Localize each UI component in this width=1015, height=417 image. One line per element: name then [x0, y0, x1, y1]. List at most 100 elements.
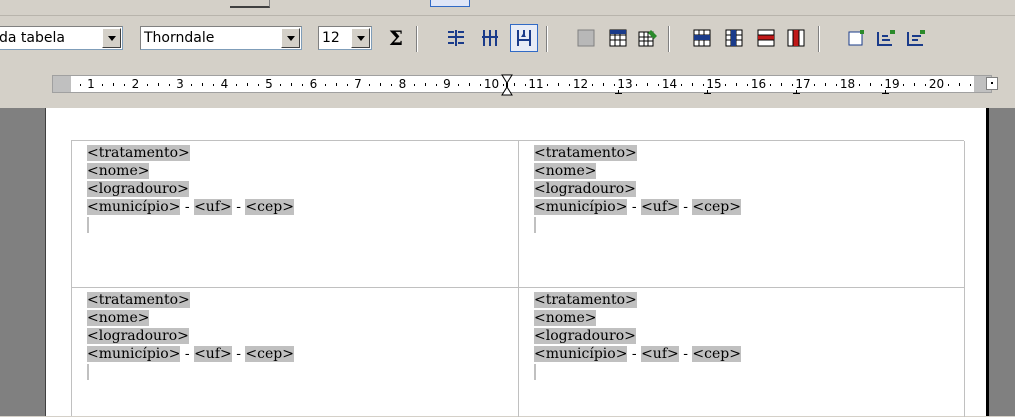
uf-field[interactable]: <uf>: [641, 346, 679, 362]
tab-stop-marker[interactable]: [793, 90, 800, 94]
cep-field[interactable]: <cep>: [245, 199, 294, 215]
font-size-dropdown[interactable]: 12: [318, 26, 372, 50]
ruler-tick: [424, 83, 426, 86]
cep-field[interactable]: <cep>: [245, 346, 294, 362]
split-cells-icon: [787, 29, 805, 47]
distribute-rows-button[interactable]: [442, 24, 470, 52]
uf-field[interactable]: <uf>: [194, 199, 232, 215]
horizontal-ruler[interactable]: 1 2 3 4 5 6 7 8 9 10 11 12 13 14 15 16 17 18 19 20: [0, 68, 1015, 108]
uf-field[interactable]: <uf>: [194, 346, 232, 362]
insert-table-button[interactable]: [604, 24, 632, 52]
logradouro-field[interactable]: <logradouro>: [534, 328, 636, 344]
toolbar-separator: [818, 26, 820, 52]
logradouro-field[interactable]: <logradouro>: [534, 181, 636, 197]
sort-descending-button[interactable]: [902, 24, 930, 52]
insert-column-button[interactable]: [720, 24, 748, 52]
ruler-number: 19: [884, 77, 900, 91]
merge-cells-button[interactable]: [752, 24, 780, 52]
distribute-columns-button[interactable]: [476, 24, 504, 52]
insert-row-icon: [693, 29, 711, 47]
uf-field[interactable]: <uf>: [641, 199, 679, 215]
ruler-tick: [613, 84, 615, 86]
sort-ascending-button[interactable]: [872, 24, 900, 52]
tab-stop-marker[interactable]: [704, 90, 711, 94]
strip-divider: [230, 0, 270, 8]
tratamento-field[interactable]: <tratamento>: [534, 292, 637, 308]
ruler-tick: [969, 84, 971, 86]
municipio-field[interactable]: <município>: [87, 346, 181, 362]
paragraph-mark: [534, 217, 536, 233]
tab-stop-marker[interactable]: [615, 90, 622, 94]
split-cells-button[interactable]: [782, 24, 810, 52]
font-size-value: 12: [322, 30, 340, 46]
right-indent-marker[interactable]: [986, 77, 998, 90]
insert-row-button[interactable]: [688, 24, 716, 52]
tratamento-field[interactable]: <tratamento>: [87, 145, 190, 161]
ruler-number: 4: [220, 77, 229, 91]
nome-field[interactable]: <nome>: [534, 310, 597, 326]
font-name-dropdown[interactable]: Thorndale: [140, 26, 302, 50]
ruler-number: 1: [87, 77, 95, 91]
separator-text: -: [678, 199, 693, 215]
ruler-tick: [124, 84, 126, 86]
tratamento-field[interactable]: <tratamento>: [534, 145, 637, 161]
column-marker-icon[interactable]: [501, 74, 513, 96]
cep-field[interactable]: <cep>: [692, 199, 741, 215]
ruler-tick: [246, 83, 248, 86]
chevron-down-icon[interactable]: [281, 28, 300, 48]
ruler-number: 11: [528, 77, 544, 91]
ruler-tick: [513, 83, 515, 86]
align-top-button[interactable]: [842, 24, 870, 52]
separator-text: -: [231, 199, 246, 215]
municipio-field[interactable]: <município>: [87, 199, 181, 215]
chevron-down-icon[interactable]: [102, 28, 121, 48]
ruler-tick: [869, 83, 871, 86]
separator-text: -: [231, 346, 246, 362]
logradouro-field[interactable]: <logradouro>: [87, 181, 189, 197]
ruler-number: 8: [398, 77, 407, 91]
ruler-tick: [569, 84, 571, 86]
ruler-tick: [736, 83, 738, 86]
label-cell[interactable]: <tratamento> <nome> <logradouro> <municí…: [72, 288, 519, 417]
separator-text: -: [180, 199, 195, 215]
table-style-dropdown[interactable]: da tabela: [0, 26, 123, 50]
ruler-tick: [702, 84, 704, 86]
cep-field[interactable]: <cep>: [692, 346, 741, 362]
font-name-value: Thorndale: [144, 30, 215, 46]
label-cell[interactable]: <tratamento> <nome> <logradouro> <municí…: [519, 288, 965, 417]
table-autoformat-button[interactable]: [634, 24, 662, 52]
ruler-tick: [79, 84, 81, 86]
separator-text: -: [627, 346, 642, 362]
ruler-tick: [791, 84, 793, 86]
ruler-tick: [168, 84, 170, 86]
ruler-number: 20: [928, 77, 945, 91]
municipio-field[interactable]: <município>: [534, 199, 628, 215]
nome-field[interactable]: <nome>: [534, 163, 597, 179]
ruler-tick: [291, 83, 293, 86]
nome-field[interactable]: <nome>: [87, 163, 150, 179]
active-strip-button[interactable]: [430, 0, 470, 7]
page[interactable]: <tratamento> <nome> <logradouro> <municí…: [45, 108, 988, 417]
ruler-tick: [324, 84, 326, 86]
ruler-number: 3: [176, 77, 184, 91]
chevron-down-icon[interactable]: [351, 28, 370, 48]
label-cell[interactable]: <tratamento> <nome> <logradouro> <municí…: [519, 141, 965, 288]
tab-stop-marker[interactable]: [882, 90, 889, 94]
ruler-tick: [435, 84, 437, 86]
table-style-value: da tabela: [0, 30, 65, 46]
label-cell[interactable]: <tratamento> <nome> <logradouro> <municí…: [72, 141, 519, 288]
municipio-field[interactable]: <município>: [534, 346, 628, 362]
autosum-button[interactable]: Σ: [382, 24, 410, 52]
ruler-tick: [146, 84, 148, 86]
paragraph-mark: [87, 364, 89, 380]
shading-button[interactable]: [572, 24, 600, 52]
ruler-number: 17: [795, 77, 811, 91]
logradouro-field[interactable]: <logradouro>: [87, 328, 189, 344]
ruler-tick: [747, 84, 749, 86]
ruler-tick: [380, 83, 382, 86]
autofit-button[interactable]: [510, 24, 538, 52]
ruler-tick: [769, 84, 771, 86]
tratamento-field[interactable]: <tratamento>: [87, 292, 190, 308]
ruler-tick: [113, 83, 115, 86]
nome-field[interactable]: <nome>: [87, 310, 150, 326]
